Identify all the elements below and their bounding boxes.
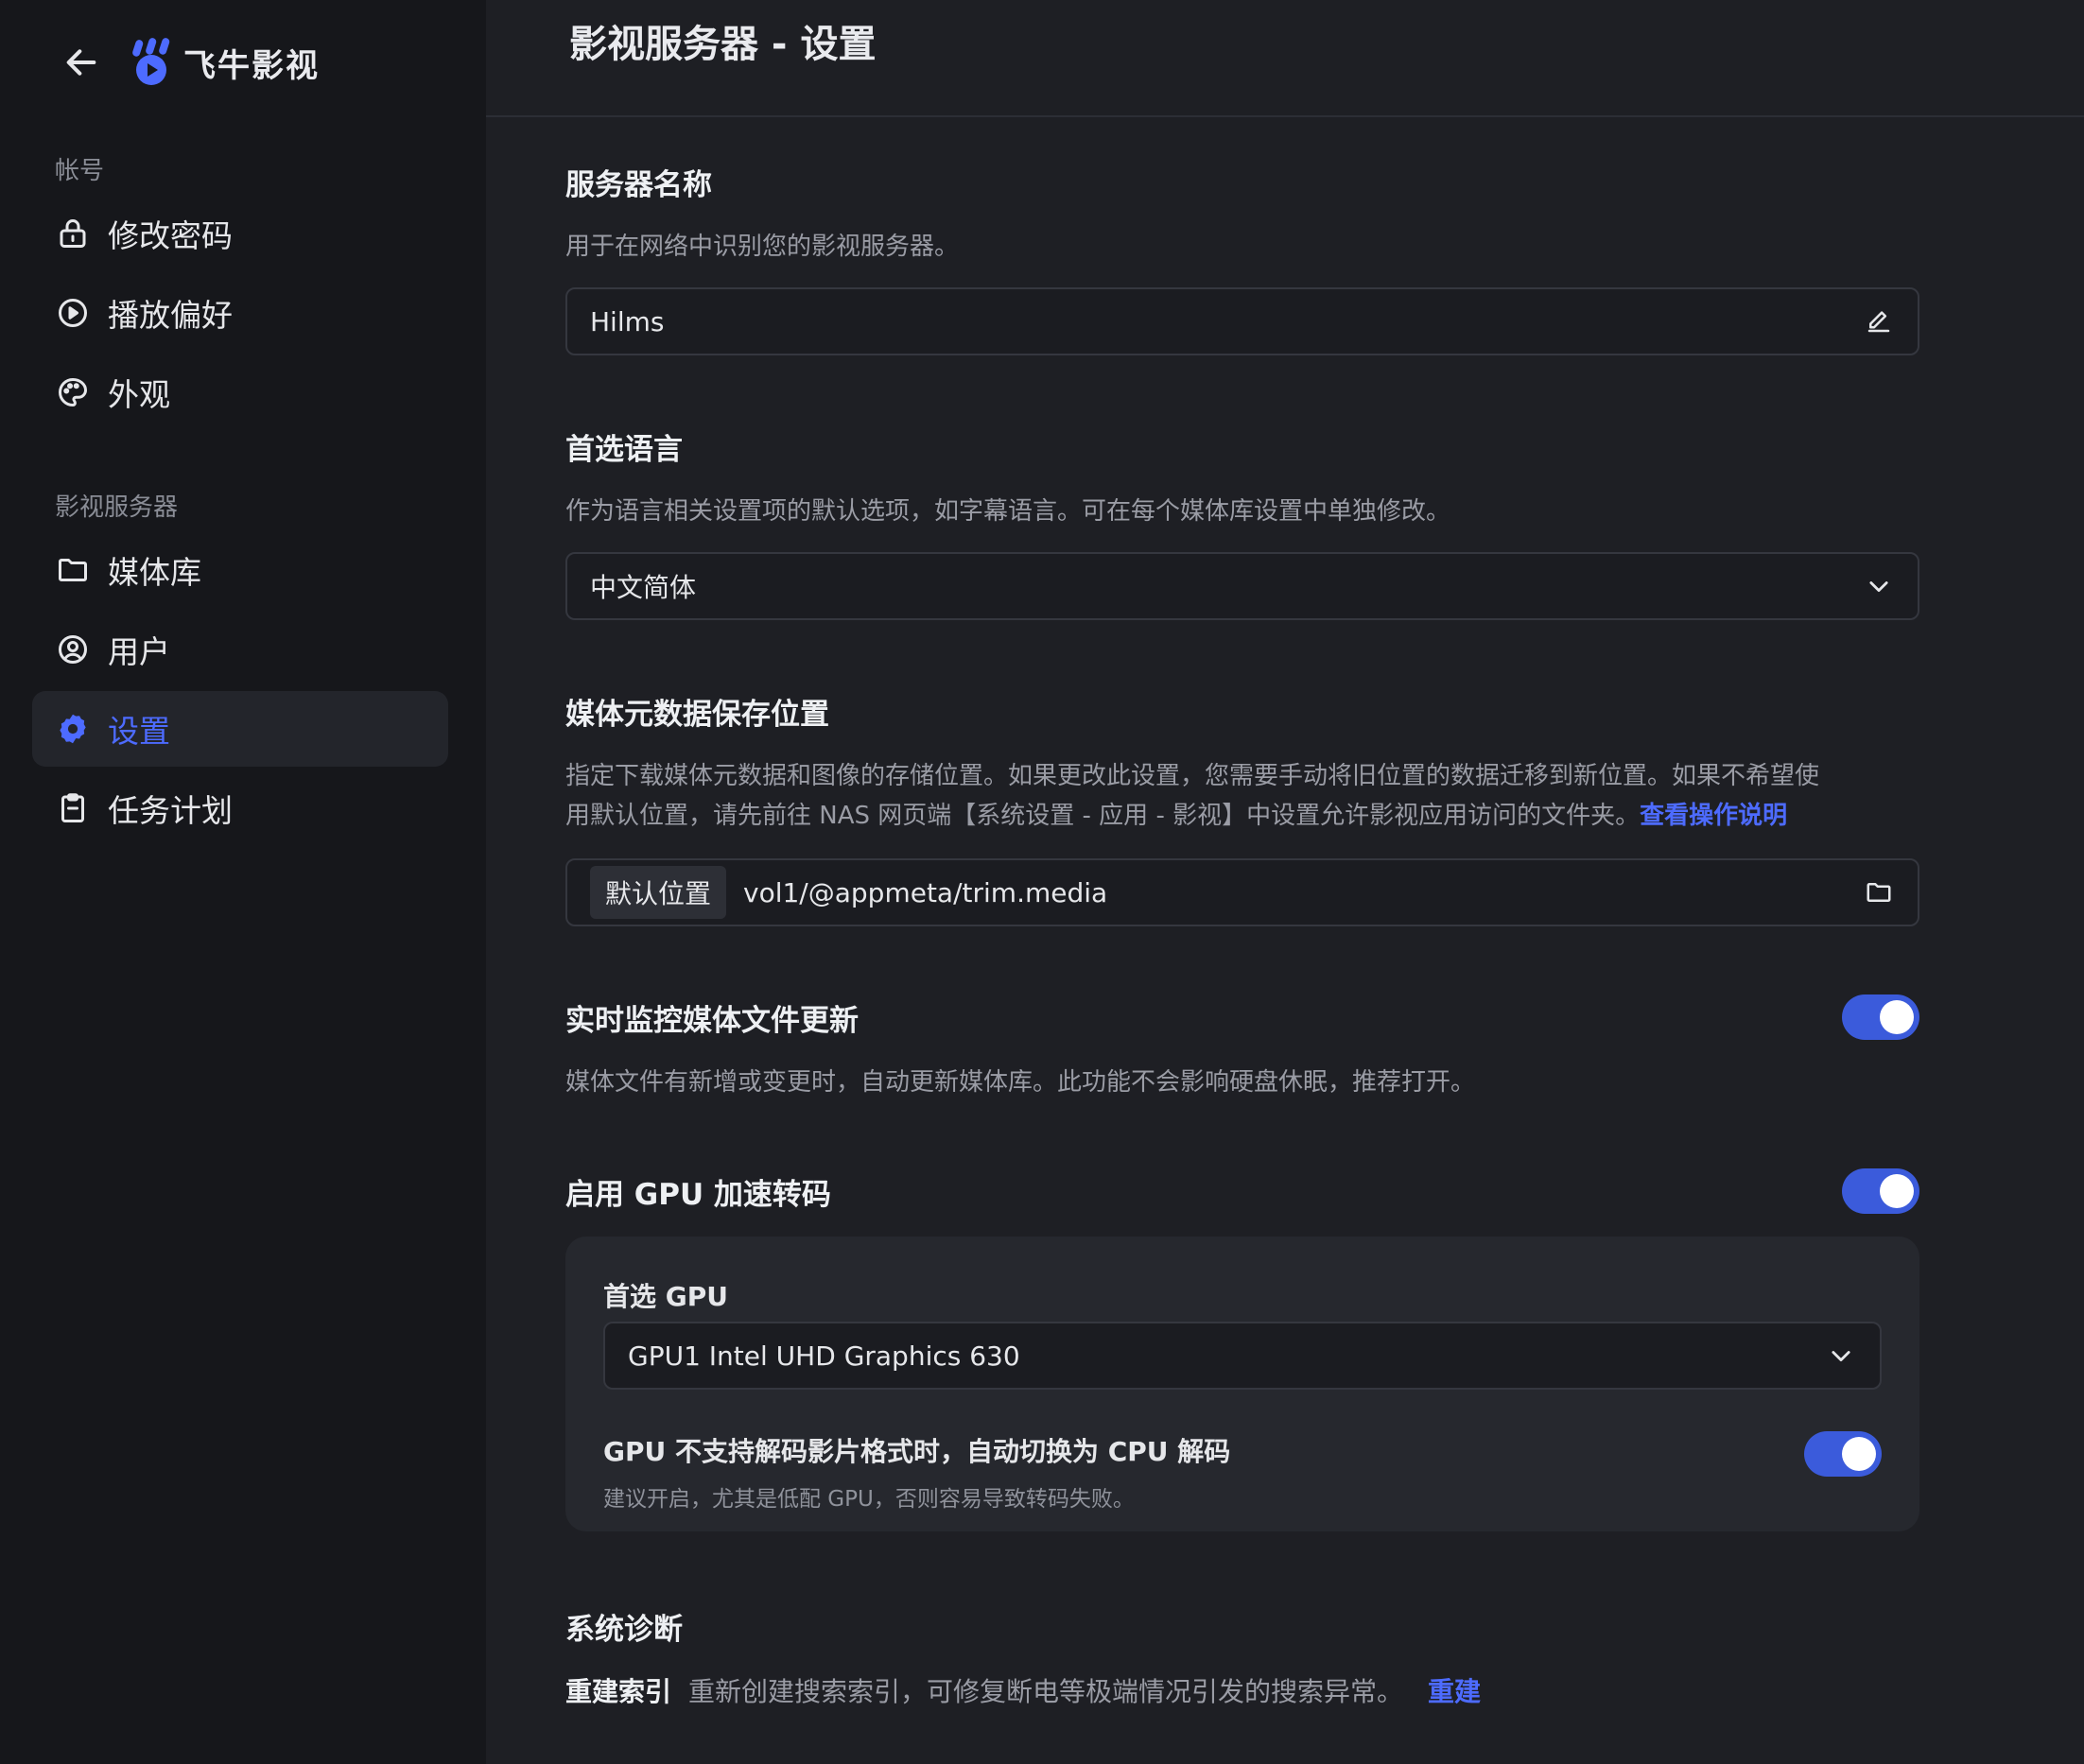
- sidebar-item-label: 任务计划: [108, 792, 233, 829]
- sidebar-item-playback-preferences[interactable]: 播放偏好: [32, 275, 448, 351]
- diagnostics-title: 系统诊断: [565, 1613, 683, 1647]
- monitor-title: 实时监控媒体文件更新: [565, 1004, 859, 1038]
- sidebar-item-label: 媒体库: [108, 554, 201, 591]
- brand-name: 飞牛影视: [183, 46, 320, 85]
- rebuild-index-label: 重建索引: [565, 1676, 672, 1707]
- fn-logo-icon: [132, 38, 170, 85]
- toggle-knob: [1842, 1437, 1876, 1471]
- sidebar-item-media-library[interactable]: 媒体库: [32, 532, 448, 608]
- back-button[interactable]: [57, 38, 106, 87]
- cpu-fallback-toggle[interactable]: [1804, 1431, 1882, 1477]
- metadata-title: 媒体元数据保存位置: [565, 698, 829, 732]
- monitor-desc: 媒体文件有新增或变更时，自动更新媒体库。此功能不会影响硬盘休眠，推荐打开。: [565, 1068, 1476, 1097]
- rebuild-index-desc: 重新创建搜索索引，可修复断电等极端情况引发的搜索异常。: [688, 1676, 1404, 1707]
- sidebar-item-settings[interactable]: 设置: [32, 691, 448, 767]
- language-value: 中文简体: [590, 572, 697, 603]
- sidebar-item-label: 播放偏好: [108, 297, 233, 334]
- sidebar-item-change-password[interactable]: 修改密码: [32, 196, 448, 271]
- preferred-gpu-value: GPU1 Intel UHD Graphics 630: [628, 1340, 1020, 1372]
- lock-icon: [55, 216, 91, 251]
- folder-icon: [55, 552, 91, 588]
- sidebar-item-label: 设置: [108, 713, 170, 750]
- language-title: 首选语言: [565, 433, 683, 467]
- preferred-gpu-label: 首选 GPU: [603, 1281, 728, 1312]
- clipboard-icon: [55, 790, 91, 826]
- language-desc: 作为语言相关设置项的默认选项，如字幕语言。可在每个媒体库设置中单独修改。: [565, 497, 1451, 526]
- main-panel: 影视服务器 - 设置 服务器名称 用于在网络中识别您的影视服务器。 Hilms …: [486, 0, 2084, 1764]
- sidebar-item-scheduled-tasks[interactable]: 任务计划: [32, 770, 448, 846]
- metadata-desc-line2-text: 用默认位置，请先前往 NAS 网页端【系统设置 - 应用 - 影视】中设置允许影…: [565, 802, 1641, 830]
- metadata-desc: 指定下载媒体元数据和图像的存储位置。如果更改此设置，您需要手动将旧位置的数据迁移…: [565, 756, 1919, 836]
- sidebar-item-appearance[interactable]: 外观: [32, 355, 448, 430]
- cpu-fallback-desc: 建议开启，尤其是低配 GPU，否则容易导致转码失败。: [603, 1487, 1135, 1512]
- rebuild-index-row: 重建索引 重新创建搜索索引，可修复断电等极端情况引发的搜索异常。 重建: [565, 1671, 1481, 1709]
- server-name-title: 服务器名称: [565, 168, 712, 202]
- group-title-account: 帐号: [55, 157, 105, 185]
- gpu-options-panel: 首选 GPU GPU1 Intel UHD Graphics 630 GPU 不…: [565, 1237, 1919, 1531]
- play-circle-icon: [55, 295, 91, 331]
- server-name-value: Hilms: [590, 305, 665, 337]
- sidebar: 飞牛影视 帐号 修改密码 播放偏好 外观 影视服务器 媒体库 用户 设置 任务计…: [0, 0, 486, 1764]
- rebuild-button[interactable]: 重建: [1428, 1671, 1481, 1709]
- page-header: 影视服务器 - 设置: [486, 0, 2084, 117]
- toggle-knob: [1880, 1000, 1914, 1034]
- server-name-desc: 用于在网络中识别您的影视服务器。: [565, 233, 960, 261]
- toggle-knob: [1880, 1174, 1914, 1208]
- default-location-chip: 默认位置: [590, 866, 727, 919]
- brand: 飞牛影视: [57, 32, 320, 93]
- sidebar-item-label: 用户: [108, 633, 170, 670]
- chevron-down-icon: [1863, 570, 1895, 602]
- preferred-gpu-select[interactable]: GPU1 Intel UHD Graphics 630: [603, 1322, 1882, 1390]
- gpu-title: 启用 GPU 加速转码: [565, 1178, 831, 1212]
- group-title-media-server: 影视服务器: [55, 493, 179, 522]
- chevron-down-icon: [1825, 1340, 1857, 1372]
- language-select[interactable]: 中文简体: [565, 552, 1919, 620]
- palette-icon: [55, 374, 91, 410]
- user-circle-icon: [55, 631, 91, 667]
- edit-icon[interactable]: [1863, 305, 1895, 337]
- monitor-toggle[interactable]: [1842, 994, 1919, 1040]
- sidebar-item-users[interactable]: 用户: [32, 612, 448, 687]
- metadata-path-value: vol1/@appmeta/trim.media: [743, 876, 1108, 908]
- sidebar-item-label: 外观: [108, 376, 170, 413]
- metadata-desc-line1: 指定下载媒体元数据和图像的存储位置。如果更改此设置，您需要手动将旧位置的数据迁移…: [565, 762, 1820, 790]
- arrow-left-icon: [66, 49, 96, 76]
- gear-icon: [55, 711, 91, 747]
- server-name-field[interactable]: Hilms: [565, 287, 1919, 355]
- metadata-path-field[interactable]: 默认位置 vol1/@appmeta/trim.media: [565, 858, 1919, 926]
- page-title: 影视服务器 - 设置: [569, 23, 877, 66]
- folder-icon[interactable]: [1863, 876, 1895, 908]
- view-instructions-link[interactable]: 查看操作说明: [1640, 802, 1787, 830]
- metadata-desc-line2: 用默认位置，请先前往 NAS 网页端【系统设置 - 应用 - 影视】中设置允许影…: [565, 796, 1919, 836]
- gpu-toggle[interactable]: [1842, 1168, 1919, 1214]
- cpu-fallback-title: GPU 不支持解码影片格式时，自动切换为 CPU 解码: [603, 1436, 1231, 1467]
- sidebar-item-label: 修改密码: [108, 217, 233, 254]
